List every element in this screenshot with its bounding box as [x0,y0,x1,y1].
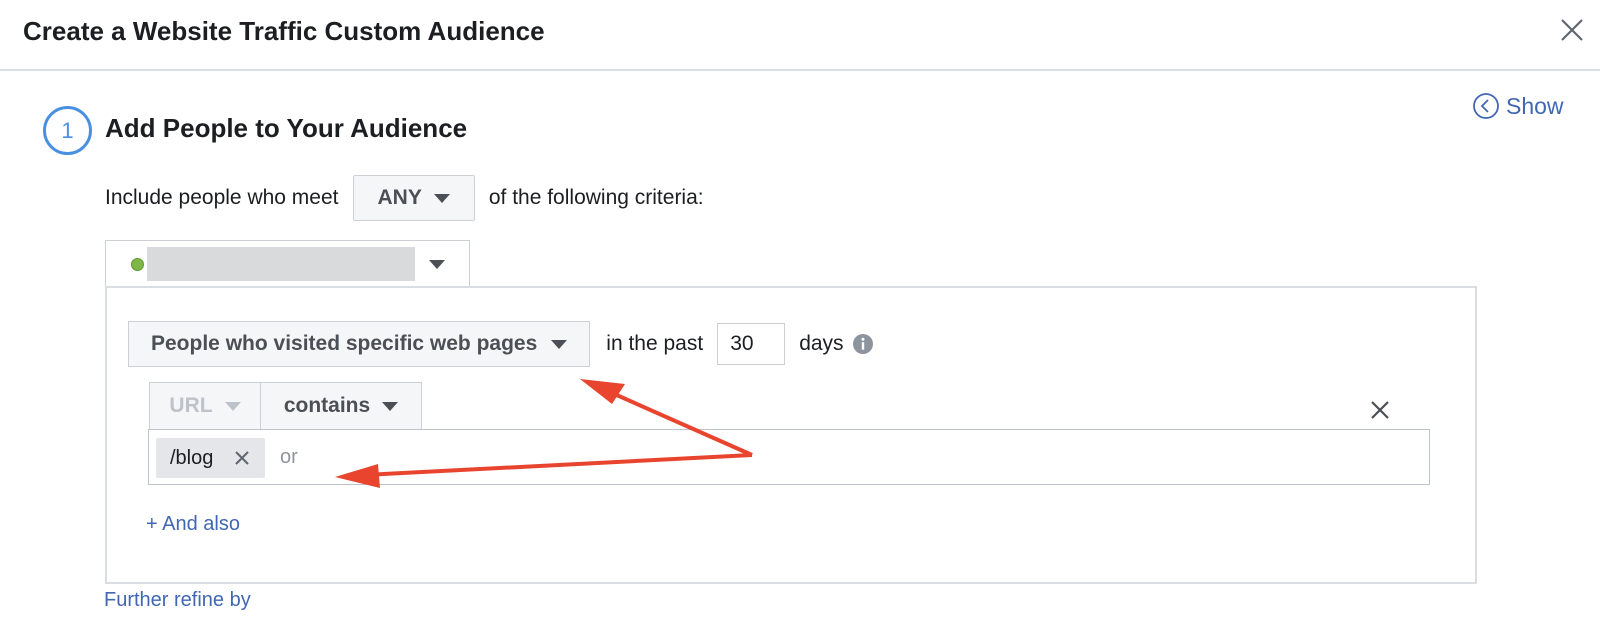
caret-down-icon [551,339,568,349]
step-number: 1 [43,106,92,155]
dialog-title: Create a Website Traffic Custom Audience [23,16,545,46]
show-label: Show [1506,92,1564,119]
match-any-dropdown[interactable]: ANY [352,175,475,221]
url-field-label: URL [169,394,213,417]
remove-rule-close-icon[interactable] [1368,398,1392,422]
criteria-prefix: Include people who meet [105,186,339,209]
visitor-type-dropdown[interactable]: People who visited specific web pages [128,321,591,367]
caret-down-icon [224,401,241,411]
pixel-source-dropdown[interactable] [105,240,470,287]
caret-down-icon [433,193,450,203]
dialog-header: Create a Website Traffic Custom Audience [0,0,1600,71]
visitor-type-label: People who visited specific web pages [151,332,538,355]
info-icon[interactable] [852,333,874,355]
caret-down-icon [429,259,445,269]
pixel-name-redacted [147,247,415,281]
caret-down-icon [382,401,399,411]
status-dot-icon [131,257,144,271]
days-label: days [799,332,844,355]
operator-label: contains [283,394,371,417]
in-past-label: in the past [606,332,704,355]
further-refine-link[interactable]: Further refine by [104,589,251,612]
rule-row: People who visited specific web pages in… [128,321,874,367]
days-input[interactable] [717,323,786,365]
step-title: Add People to Your Audience [105,113,468,143]
or-placeholder: or [280,446,298,468]
criteria-suffix: of the following criteria: [488,186,704,209]
url-tag-input[interactable]: /blog or [148,429,1430,485]
operator-dropdown[interactable]: contains [261,382,422,429]
url-tag: /blog [156,438,266,478]
tag-remove-icon[interactable] [233,449,251,467]
show-link[interactable]: Show [1472,92,1564,120]
match-value: ANY [377,186,422,209]
url-field-dropdown: URL [149,382,261,429]
chevron-left-circle-icon [1473,93,1499,119]
criteria-row: Include people who meet ANY of the follo… [105,175,704,221]
close-icon[interactable] [1556,14,1588,46]
url-tag-label: /blog [170,446,214,469]
and-also-link[interactable]: + And also [146,513,240,536]
